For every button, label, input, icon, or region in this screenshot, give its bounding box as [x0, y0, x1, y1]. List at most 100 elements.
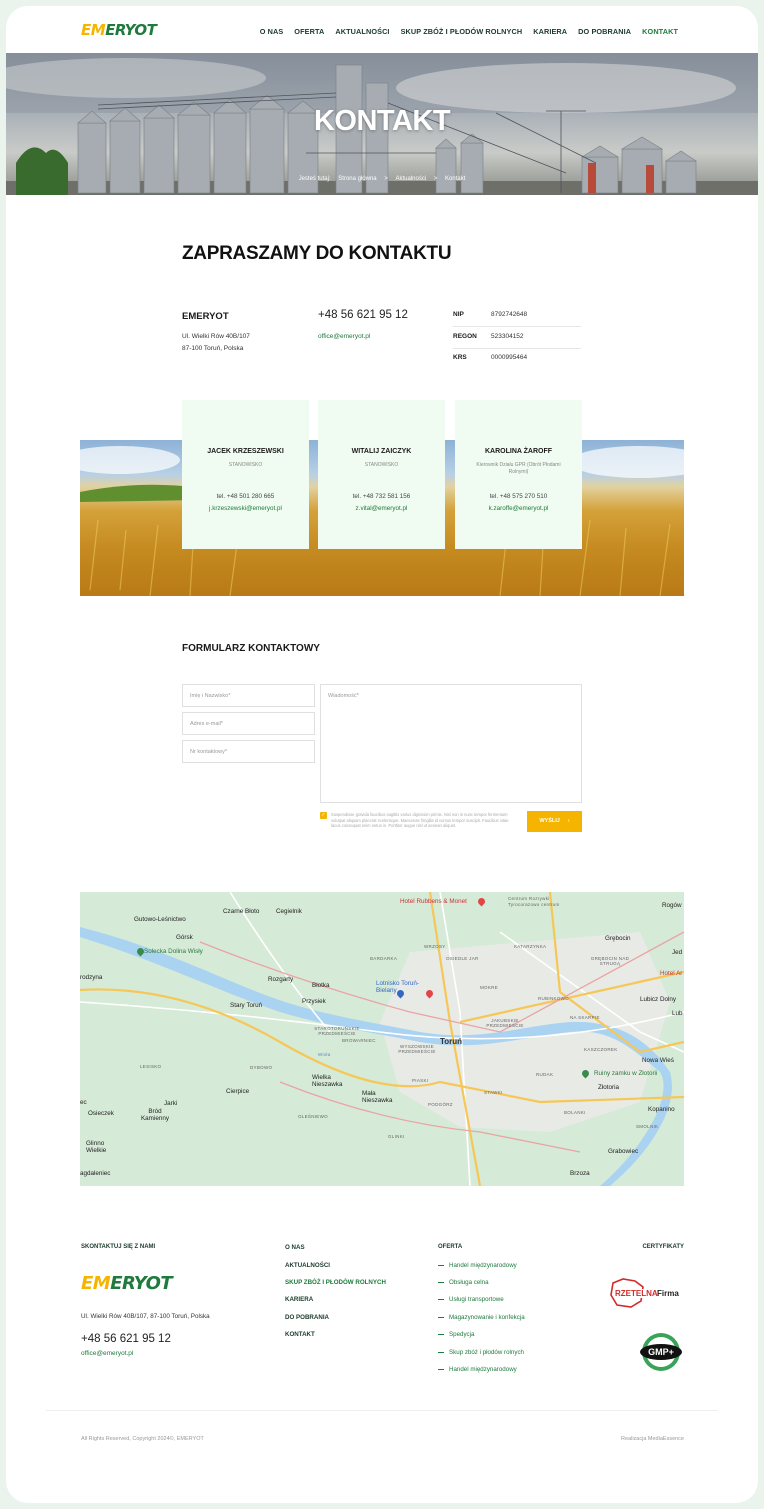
- breadcrumb-home[interactable]: Strona główna: [338, 176, 376, 182]
- footer-offer-link[interactable]: Usługi transportowe: [438, 1296, 504, 1303]
- hero-title: KONTAKT: [313, 105, 451, 137]
- header-logo[interactable]: EMERYOT: [81, 21, 157, 39]
- footer-logo[interactable]: EMERYOT: [81, 1273, 173, 1294]
- footer-divider: [46, 1410, 718, 1411]
- footer-address: Ul. Wielki Rów 40B/107, 87-100 Toruń, Po…: [81, 1313, 210, 1320]
- map-label: RUDAK: [536, 1072, 554, 1077]
- person-phone[interactable]: tel. +48 732 581 156: [318, 493, 445, 500]
- breadcrumb-news[interactable]: Aktualności: [396, 176, 427, 182]
- map-label: Grębocin: [605, 935, 631, 942]
- footer-phone[interactable]: +48 56 621 95 12: [81, 1333, 171, 1345]
- check-icon: ✓: [321, 812, 326, 818]
- breadcrumb: Jesteś tutaj: Strona główna > Aktualnośc…: [6, 176, 758, 182]
- name-field[interactable]: Imię i Nazwisko*: [182, 684, 315, 707]
- footer-link-kontakt[interactable]: KONTAKT: [285, 1331, 315, 1338]
- map-label: MOKRE: [480, 985, 499, 990]
- footer-link-aktualnosci[interactable]: AKTUALNOŚCI: [285, 1262, 330, 1269]
- footer-email[interactable]: office@emeryot.pl: [81, 1350, 133, 1357]
- map-label: OLEŚNIEWO: [298, 1114, 328, 1119]
- person-email[interactable]: j.krzeszewski@emeryot.pl: [182, 505, 309, 512]
- map-label: Jed: [672, 949, 683, 956]
- footer-link-kariera[interactable]: KARIERA: [285, 1296, 313, 1303]
- map-label: WRZOSY: [424, 944, 446, 949]
- registry-row-regon: REGON 523304152: [453, 327, 581, 349]
- footer-offer-link[interactable]: Obsługa celna: [438, 1279, 489, 1286]
- footer-link-o-nas[interactable]: O NAS: [285, 1244, 305, 1251]
- map-label: Przysiek: [302, 998, 326, 1005]
- map-label: Mała Nieszawka: [362, 1090, 393, 1104]
- logo-part-b: ERYOT: [105, 21, 157, 39]
- email-field[interactable]: Adres e-mail*: [182, 712, 315, 735]
- nav-item-kariera[interactable]: KARIERA: [533, 27, 567, 36]
- company-phone[interactable]: +48 56 621 95 12: [318, 309, 408, 321]
- location-map[interactable]: Czarne Błoto Cegielnik Gutowo-Leśnictwo …: [80, 892, 684, 1186]
- map-label: agdaleniec: [80, 1170, 111, 1177]
- map-label: Hotel Rubbens & Monet: [400, 898, 467, 905]
- chevron-right-icon: ›: [567, 818, 570, 824]
- nav-item-do-pobrania[interactable]: DO POBRANIA: [578, 27, 631, 36]
- footer-offer-link[interactable]: Magazynowanie i konfekcja: [438, 1314, 525, 1321]
- map-label: rodzyna: [80, 974, 103, 981]
- breadcrumb-sep: >: [384, 176, 388, 182]
- phone-field[interactable]: Nr kontaktowy*: [182, 740, 315, 763]
- map-label: PODGÓRZ: [428, 1102, 453, 1107]
- person-card: KAROLINA ŻAROFF Kierownik Działu GPR (Ob…: [455, 400, 582, 549]
- map-label: Hotel Ar: [660, 970, 683, 977]
- person-role: STANOWISKO: [228, 462, 263, 468]
- footer-cert-heading: CERTYFIKATY: [642, 1244, 684, 1250]
- person-phone[interactable]: tel. +48 575 270 510: [455, 493, 582, 500]
- company-email[interactable]: office@emeryot.pl: [318, 333, 370, 340]
- map-label: Grabowiec: [608, 1148, 639, 1155]
- map-label: Cegielnik: [276, 908, 302, 915]
- submit-button[interactable]: WYŚLIJ ›: [527, 811, 582, 832]
- footer-offer-link[interactable]: Handel międzynarodowy: [438, 1366, 517, 1373]
- nav-item-o-nas[interactable]: O NAS: [260, 27, 284, 36]
- footer-contact-heading: SKONTAKTUJ SIĘ Z NAMI: [81, 1244, 156, 1250]
- submit-label: WYŚLIJ: [539, 818, 560, 824]
- consent-text: Suspendisse gravida faucibus sagittis va…: [331, 812, 509, 829]
- footer-offer-link[interactable]: Skup zbóż i płodów rolnych: [438, 1349, 524, 1356]
- footer-link-skup[interactable]: SKUP ZBÓŻ I PŁODÓW ROLNYCH: [285, 1279, 386, 1286]
- person-name: KAROLINA ŻAROFF: [484, 448, 552, 455]
- nav-item-kontakt[interactable]: KONTAKT: [642, 27, 678, 36]
- person-role: STANOWISKO: [364, 462, 399, 468]
- person-email[interactable]: z.vital@emeryot.pl: [318, 505, 445, 512]
- map-label: Glinno Wielkie: [86, 1140, 107, 1154]
- map-label: Jarki: [164, 1100, 178, 1107]
- footer-offer-link[interactable]: Spedycja: [438, 1331, 474, 1338]
- breadcrumb-prefix: Jesteś tutaj:: [298, 176, 331, 182]
- map-label: LESISKO: [140, 1064, 162, 1069]
- person-role: Kierownik Działu GPR (Obrót Płodami Roln…: [476, 462, 561, 475]
- map-label: BROWARNIEC: [342, 1038, 376, 1043]
- map-label: GLINKI: [388, 1134, 405, 1139]
- map-label: SMOLNIK: [636, 1124, 659, 1129]
- nav-item-oferta[interactable]: OFERTA: [294, 27, 324, 36]
- footer-offer-link[interactable]: Handel międzynarodowy: [438, 1262, 517, 1269]
- footer-link-do-pobrania[interactable]: DO POBRANIA: [285, 1314, 329, 1321]
- map-label: RUBINKOWO: [538, 996, 569, 1001]
- logo-part-b: ERYOT: [110, 1273, 173, 1294]
- nav-item-aktualnosci[interactable]: AKTUALNOŚCI: [335, 27, 389, 36]
- map-label: Bród Kamienny: [140, 1108, 169, 1122]
- person-phone[interactable]: tel. +48 501 280 665: [182, 493, 309, 500]
- map-label: Cierpice: [226, 1088, 250, 1095]
- realization-credit[interactable]: Realizacja MediaEssence: [621, 1436, 684, 1442]
- message-field[interactable]: Wiadomość*: [320, 684, 582, 803]
- gmp-badge: GMP+: [640, 1332, 682, 1372]
- person-email[interactable]: k.zaroffe@emeryot.pl: [455, 505, 582, 512]
- consent-checkbox[interactable]: ✓: [320, 812, 327, 819]
- map-label: Rozgarty: [268, 976, 294, 983]
- map-label: Osieczek: [88, 1110, 114, 1117]
- rzetelna-firma-badge: RZETELNA Firma: [609, 1277, 684, 1309]
- map-label: Gutowo-Leśnictwo: [134, 916, 186, 923]
- map-label: Lubicz Dolny: [640, 996, 677, 1003]
- map-label: KASZCZOREK: [584, 1047, 618, 1052]
- cert1-text-a: RZETELNA: [615, 1289, 658, 1298]
- map-label: BARDARKA: [370, 956, 398, 961]
- registry-row-krs: KRS 0000995464: [453, 348, 581, 370]
- breadcrumb-sep: >: [433, 176, 438, 182]
- form-heading: FORMULARZ KONTAKTOWY: [182, 643, 320, 654]
- person-card: JACEK KRZESZEWSKI STANOWISKO tel. +48 50…: [182, 400, 309, 549]
- nav-item-skup[interactable]: SKUP ZBÓŻ I PŁODÓW ROLNYCH: [401, 27, 523, 36]
- map-label: DYBOWO: [250, 1065, 273, 1070]
